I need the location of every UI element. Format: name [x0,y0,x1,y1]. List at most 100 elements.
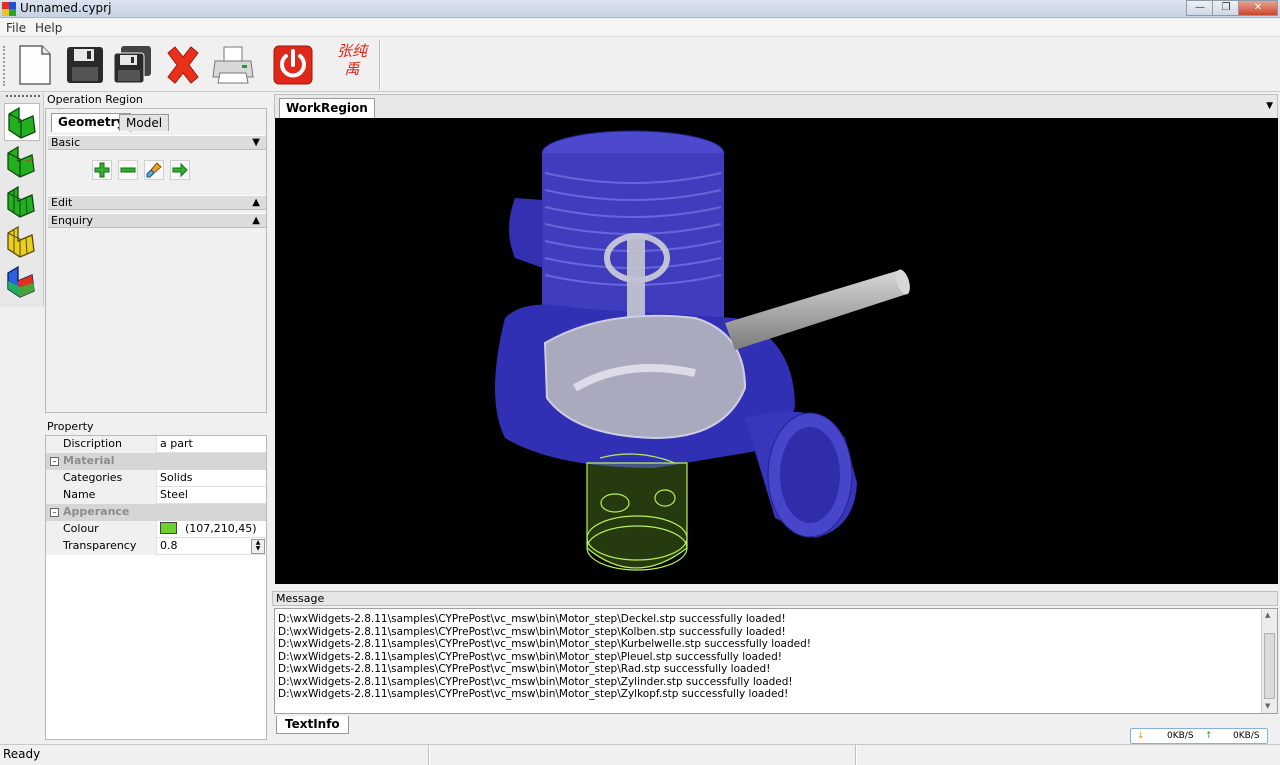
print-button[interactable] [212,44,254,86]
log-line: D:\wxWidgets-2.8.11\samples\CYPrePost\vc… [278,625,786,638]
collapse-box-icon[interactable]: – [50,457,59,466]
toolbar: 张纯禹 [0,38,1280,92]
status-separator [855,745,857,765]
arrow-right-icon [172,162,188,178]
power-button[interactable] [272,44,314,86]
author-logo: 张纯禹 [336,42,367,78]
result-module-button[interactable] [4,263,40,301]
log-line: D:\wxWidgets-2.8.11\samples\CYPrePost\vc… [278,613,786,625]
category-label: Apperance [63,505,130,518]
menu-file[interactable]: File [6,21,26,35]
3d-viewport[interactable] [275,118,1278,584]
property-category-apperance[interactable]: – Apperance [46,504,266,521]
colour-swatch[interactable] [160,522,177,534]
message-title: Message [272,591,1278,606]
property-row-name[interactable]: Name Steel [46,487,266,504]
enquiry-section-header[interactable]: Enquiry ▲ [48,213,266,228]
mesh-module-button[interactable] [4,143,40,181]
property-key: Colour [46,521,157,538]
maximize-button[interactable]: ❐ [1212,0,1240,16]
property-title: Property [47,420,94,433]
status-bar: Ready [0,744,1280,765]
print-icon [212,46,254,84]
delete-icon [167,46,199,84]
tab-model[interactable]: Model [119,114,170,131]
property-key: Discription [46,436,157,453]
cube-grid-icon [7,185,35,218]
geometry-module-button[interactable] [4,103,40,141]
status-text: Ready [3,747,41,761]
app-icon[interactable] [2,2,16,16]
message-log[interactable]: D:\wxWidgets-2.8.11\samples\CYPrePost\vc… [274,608,1278,714]
load-module-button[interactable] [4,223,40,261]
scroll-down-icon[interactable]: ▼ [1265,702,1270,710]
scrollbar-thumb[interactable] [1264,633,1275,699]
network-meter: ↓ 0KB/S ↑ 0KB/S [1130,728,1268,744]
menu-help[interactable]: Help [35,21,62,35]
remove-button[interactable] [118,160,138,180]
expand-arrow-icon: ▲ [252,197,260,208]
property-row-transparency[interactable]: Transparency 0.8 ▲ ▼ [46,538,266,555]
model-module-button[interactable] [4,183,40,221]
operation-region-panel: Operation Region Geometry Model Basic ▼ … [45,93,267,413]
add-icon [94,162,110,178]
cube-result-icon [7,265,35,298]
property-value[interactable]: Solids [158,470,266,487]
add-button[interactable] [92,160,112,180]
transparency-input[interactable]: 0.8 [158,538,266,555]
toolbar-grip[interactable] [3,46,7,86]
remove-icon [120,167,136,173]
property-grid: Discription a part – Material Categories… [45,435,267,740]
tab-work-region[interactable]: WorkRegion [279,98,375,118]
save-button[interactable] [64,44,106,86]
property-category-material[interactable]: – Material [46,453,266,470]
brush-button[interactable] [144,160,164,180]
basic-section-header[interactable]: Basic ▼ [48,135,266,150]
minimize-button[interactable]: — [1186,0,1214,16]
operation-region-body [45,108,267,413]
cube-green-icon [8,106,36,139]
tab-list-dropdown-icon[interactable]: ▼ [1266,101,1273,111]
save-all-button[interactable] [112,44,154,86]
property-row-colour[interactable]: Colour (107,210,45) [46,521,266,538]
collapse-box-icon[interactable]: – [50,508,59,517]
property-row-discription[interactable]: Discription a part [46,436,266,453]
colour-value[interactable]: (107,210,45) [158,521,266,538]
cube-mesh-icon [7,145,35,178]
next-button[interactable] [170,160,190,180]
module-strip [0,93,44,307]
save-icon [67,47,103,83]
expand-arrow-icon: ▲ [252,215,260,226]
title-bar: Unnamed.cyprj — ❐ ✕ [0,0,1280,18]
download-arrow-icon: ↓ [1137,731,1145,741]
window-title: Unnamed.cyprj [20,1,112,15]
edit-section-label: Edit [51,196,73,209]
property-key: Name [46,487,157,504]
toolbar-separator [379,40,381,90]
delete-button[interactable] [162,44,204,86]
power-icon [273,45,313,85]
scroll-up-icon[interactable]: ▲ [1265,611,1270,619]
strip-grip[interactable] [6,95,40,98]
message-scrollbar[interactable]: ▲ ▼ [1261,609,1277,713]
cube-yellow-icon [7,225,35,258]
status-separator [428,745,430,765]
colour-text: (107,210,45) [185,522,257,535]
property-key: Transparency [46,538,157,555]
property-key: Categories [46,470,157,487]
property-value[interactable]: Steel [158,487,266,504]
close-button[interactable]: ✕ [1238,0,1278,16]
enquiry-section-label: Enquiry [51,214,93,227]
property-row-categories[interactable]: Categories Solids [46,470,266,487]
new-icon [19,45,51,85]
new-file-button[interactable] [14,44,56,86]
log-line: D:\wxWidgets-2.8.11\samples\CYPrePost\vc… [278,638,811,650]
tab-text-info[interactable]: TextInfo [276,716,349,734]
edit-section-header[interactable]: Edit ▲ [48,195,266,210]
collapse-arrow-icon: ▼ [252,137,260,148]
log-line: D:\wxWidgets-2.8.11\samples\CYPrePost\vc… [278,663,771,675]
upload-arrow-icon: ↑ [1205,731,1213,741]
transparency-spinner[interactable]: ▲ ▼ [251,539,265,554]
brush-icon [146,162,162,178]
property-value[interactable]: a part [158,436,266,453]
